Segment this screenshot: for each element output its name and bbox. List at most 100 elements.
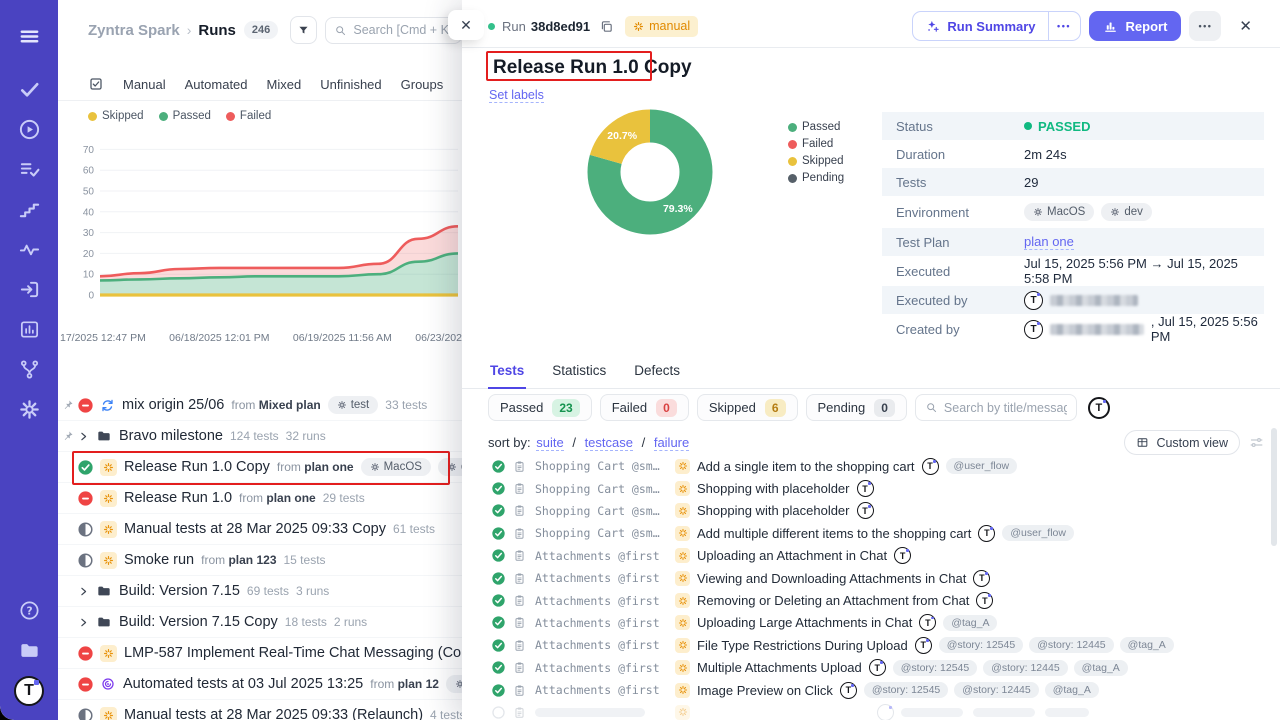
play-circle-icon[interactable] <box>18 118 41 141</box>
copy-icon[interactable] <box>599 19 614 34</box>
test-list-icon[interactable] <box>18 158 41 181</box>
run-list-item[interactable]: LMP-587 Implement Real-Time Chat Messagi… <box>58 638 462 669</box>
run-list-item[interactable]: Build: Version 7.1569 tests3 runs <box>58 576 462 607</box>
run-from: from plan 123 <box>201 553 276 567</box>
test-plan-link[interactable]: plan one <box>1024 234 1074 250</box>
help-icon[interactable] <box>18 599 41 622</box>
info-label: Status <box>896 119 1024 134</box>
test-row[interactable]: Attachments @first Image Preview on Clic… <box>462 679 1262 701</box>
sort-by-suite[interactable]: suite <box>536 435 563 451</box>
run-list-item[interactable]: Manual tests at 28 Mar 2025 09:33 Copy61… <box>58 514 462 545</box>
test-row[interactable]: Attachments @first File Type Restriction… <box>462 634 1262 656</box>
legend-dot <box>788 174 797 183</box>
donut-legend-item[interactable]: Skipped <box>788 155 844 167</box>
run-summary-more-button[interactable]: ••• <box>1048 12 1080 40</box>
tests-search-input[interactable] <box>944 401 1067 415</box>
more-actions-button[interactable]: ••• <box>1189 11 1221 41</box>
assignee-avatar[interactable]: T <box>1088 397 1110 419</box>
custom-view-button[interactable]: Custom view <box>1124 430 1240 455</box>
filter-count: 0 <box>874 399 895 417</box>
run-list-item[interactable]: Release Run 1.0from plan one29 tests <box>58 483 462 514</box>
drawer-close-button[interactable]: ✕ <box>448 10 484 40</box>
breadcrumb-section[interactable]: Runs <box>198 22 236 39</box>
donut-legend-item[interactable]: Failed <box>788 138 844 150</box>
filter-pending[interactable]: Pending0 <box>806 394 907 421</box>
user-avatar[interactable]: T <box>14 676 44 706</box>
test-row[interactable]: Shopping Cart @sm… Shopping with placeho… <box>462 477 1262 499</box>
tasks-check-icon[interactable] <box>18 78 41 101</box>
user-avatar: T <box>919 614 936 631</box>
filter-skipped[interactable]: Skipped6 <box>697 394 798 421</box>
run-list-item[interactable]: Manual tests at 28 Mar 2025 09:33 (Relau… <box>58 700 462 720</box>
tab-defects[interactable]: Defects <box>632 359 682 388</box>
test-row[interactable]: Attachments @first Removing or Deleting … <box>462 589 1262 611</box>
drawer-header: Run 38d8ed91 manual Run Summary ••• Repo… <box>488 11 1256 41</box>
user-avatar: T <box>869 659 886 676</box>
test-row[interactable]: Attachments @first Uploading Large Attac… <box>462 612 1262 634</box>
info-label: Environment <box>896 205 1024 220</box>
set-labels-link[interactable]: Set labels <box>489 88 544 103</box>
report-button[interactable]: Report <box>1089 11 1182 41</box>
runs-tab-groups[interactable]: Groups <box>401 77 444 92</box>
steps-icon[interactable] <box>18 198 41 221</box>
run-list-item[interactable]: mix origin 25/06from Mixed plantest33 te… <box>58 390 462 421</box>
tests-search[interactable] <box>915 394 1077 421</box>
info-row: Created by T, Jul 15, 2025 5:56 PM <box>882 314 1264 344</box>
tab-tests[interactable]: Tests <box>488 359 526 389</box>
breadcrumb-project[interactable]: Zyntra Spark <box>88 22 180 39</box>
runs-tab-manual[interactable]: Manual <box>123 77 166 92</box>
filter-button[interactable] <box>290 16 317 44</box>
test-row[interactable]: Shopping Cart @sm… Shopping with placeho… <box>462 500 1262 522</box>
filter-passed[interactable]: Passed23 <box>488 394 592 421</box>
info-value: T <box>1024 291 1138 310</box>
sort-by-testcase[interactable]: testcase <box>585 435 633 451</box>
info-value: 29 <box>1024 175 1038 190</box>
import-icon[interactable] <box>18 278 41 301</box>
run-list-item[interactable]: Release Run 1.0 Copyfrom plan oneMacOSde… <box>58 452 462 483</box>
sort-by-failure[interactable]: failure <box>654 435 689 451</box>
branch-icon[interactable] <box>18 358 41 381</box>
test-row[interactable]: Shopping Cart @sm… Add multiple differen… <box>462 522 1262 544</box>
test-title: Uploading Large Attachments in Chat <box>697 615 912 630</box>
run-list-item[interactable]: Build: Version 7.15 Copy18 tests2 runs <box>58 607 462 638</box>
tab-statistics[interactable]: Statistics <box>550 359 608 388</box>
runs-tab-mixed[interactable]: Mixed <box>267 77 302 92</box>
pin-icon[interactable] <box>62 399 74 411</box>
donut-legend-item[interactable]: Pending <box>788 172 844 184</box>
bulk-edit-icon[interactable] <box>88 76 104 92</box>
pulse-icon[interactable] <box>18 238 41 261</box>
settings-gear-icon[interactable] <box>18 398 41 421</box>
runs-tab-automated[interactable]: Automated <box>185 77 248 92</box>
analytics-icon[interactable] <box>18 318 41 341</box>
chevron-right-icon[interactable] <box>78 617 89 628</box>
manual-run-icon <box>675 526 690 541</box>
runs-tab-unfinished[interactable]: Unfinished <box>320 77 381 92</box>
legend-item[interactable]: Failed <box>226 110 271 122</box>
scrollbar[interactable] <box>1271 428 1277 546</box>
run-list-item[interactable]: Bravo milestone124 tests32 runs <box>58 421 462 452</box>
test-row[interactable]: Attachments @first Uploading an Attachme… <box>462 545 1262 567</box>
run-list-item[interactable]: Smoke runfrom plan 12315 tests <box>58 545 462 576</box>
menu-icon[interactable] <box>18 25 41 48</box>
sliders-icon[interactable] <box>1249 435 1264 450</box>
chevron-right-icon[interactable] <box>78 431 89 442</box>
legend-item[interactable]: Skipped <box>88 110 144 122</box>
chevron-right-icon[interactable] <box>78 586 89 597</box>
close-icon[interactable]: ✕ <box>1235 17 1256 35</box>
donut-legend-item[interactable]: Passed <box>788 121 844 133</box>
env-chip: test <box>328 396 379 414</box>
projects-folder-icon[interactable] <box>18 639 41 662</box>
clipboard-icon <box>513 482 526 495</box>
legend-item[interactable]: Passed <box>159 110 211 122</box>
run-summary-button[interactable]: Run Summary <box>913 19 1047 34</box>
run-list-item[interactable]: Automated tests at 03 Jul 2025 13:25from… <box>58 669 462 700</box>
runs-search[interactable] <box>325 17 462 44</box>
pin-icon[interactable] <box>62 430 74 442</box>
runs-search-input[interactable] <box>353 23 453 37</box>
test-row[interactable]: Attachments @first Viewing and Downloadi… <box>462 567 1262 589</box>
x-tick-label: 06/23/202 <box>415 332 462 344</box>
test-row[interactable]: Attachments @first Multiple Attachments … <box>462 657 1262 679</box>
filter-failed[interactable]: Failed0 <box>600 394 689 421</box>
test-suite: Attachments @first <box>535 571 663 585</box>
test-row[interactable]: Shopping Cart @sm… Add a single item to … <box>462 455 1262 477</box>
